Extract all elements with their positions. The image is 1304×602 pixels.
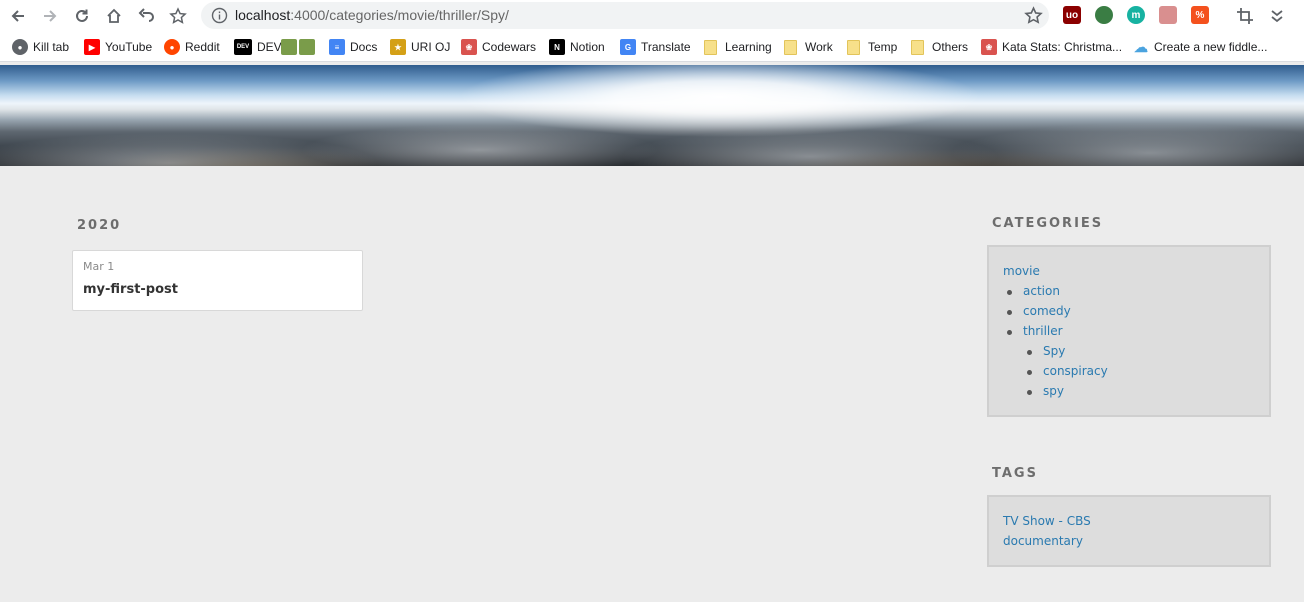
category-link-movie[interactable]: movie — [1003, 264, 1040, 278]
bookmark-label: DEV — [257, 40, 282, 54]
trophy-icon: ★ — [390, 39, 406, 55]
bookmark-label: Translate — [641, 40, 691, 54]
bookmark-translate[interactable]: G Translate — [620, 38, 691, 56]
star-icon — [169, 7, 187, 24]
category-link-spy-lower[interactable]: spy — [1043, 384, 1064, 398]
category-link-comedy[interactable]: comedy — [1023, 304, 1071, 318]
globe-extension-icon[interactable] — [1095, 6, 1113, 24]
bookmark-label: Kill tab — [33, 40, 70, 54]
tag-link-documentary[interactable]: documentary — [1003, 534, 1083, 548]
bookmark-label: URI OJ — [411, 40, 451, 54]
back-button[interactable] — [6, 4, 30, 28]
archive-year-heading: 2020 — [77, 218, 122, 233]
dev-decoration-icons — [281, 38, 320, 56]
category-link-action[interactable]: action — [1023, 284, 1060, 298]
info-icon[interactable] — [211, 7, 228, 24]
codewars-icon: ❀ — [981, 39, 997, 55]
image-icon — [299, 39, 315, 55]
bookmark-label: YouTube — [105, 40, 153, 54]
bookmark-docs[interactable]: ≡ Docs — [329, 38, 377, 56]
category-link-thriller[interactable]: thriller — [1023, 324, 1063, 338]
bookmark-codewars[interactable]: ❀ Codewars — [461, 38, 536, 56]
double-chevron-down-icon — [1271, 10, 1283, 23]
header-banner-image — [0, 65, 1304, 166]
categories-heading: CATEGORIES — [992, 216, 1104, 231]
post-date: Mar 1 — [83, 260, 115, 273]
list-bullet — [1027, 390, 1032, 395]
bookmark-learning[interactable]: Learning — [704, 38, 772, 56]
bookmark-youtube[interactable]: ▶ YouTube — [84, 38, 152, 56]
reload-extension-icon[interactable] — [1159, 6, 1177, 24]
bookmark-label: Work — [805, 40, 833, 54]
docs-icon: ≡ — [329, 39, 345, 55]
arrow-right-icon — [44, 10, 57, 22]
reddit-icon: ● — [164, 39, 180, 55]
screenshot-button[interactable] — [1233, 4, 1257, 28]
bookmark-create-a-new-fiddle[interactable]: ☁ Create a new fiddle... — [1133, 38, 1267, 56]
tag-link-tv-show-cbs[interactable]: TV Show - CBS — [1003, 514, 1091, 528]
list-bullet — [1007, 330, 1012, 335]
image-icon — [281, 39, 297, 55]
folder-icon — [784, 39, 797, 55]
bookmark-dev[interactable]: DEV DEV — [234, 38, 282, 56]
bookmark-temp[interactable]: Temp — [847, 38, 897, 56]
home-icon — [107, 8, 121, 23]
category-link-spy-upper[interactable]: Spy — [1043, 344, 1065, 358]
home-button[interactable] — [102, 4, 126, 28]
notion-icon: N — [549, 39, 565, 55]
arrow-left-icon — [11, 10, 24, 22]
percent-extension-icon[interactable]: % — [1191, 6, 1209, 24]
bookmark-kill-tab[interactable]: ● Kill tab — [12, 38, 69, 56]
post-card[interactable]: Mar 1 my-first-post — [72, 250, 363, 311]
globe-icon: ● — [12, 39, 28, 55]
list-bullet — [1007, 310, 1012, 315]
post-title-link[interactable]: my-first-post — [83, 282, 178, 297]
bookmark-label: Docs — [350, 40, 378, 54]
bookmark-uri-oj[interactable]: ★ URI OJ — [390, 38, 450, 56]
bookmark-label: Kata Stats: Christma... — [1002, 40, 1123, 54]
forward-button[interactable] — [38, 4, 62, 28]
categories-box: movie action comedy thriller Spy conspir… — [987, 245, 1271, 417]
codewars-icon: ❀ — [461, 39, 477, 55]
bookmark-notion[interactable]: N Notion — [549, 38, 605, 56]
bookmark-others[interactable]: Others — [911, 38, 968, 56]
extensions-overflow-button[interactable] — [1265, 4, 1289, 28]
bookmarks-bar: ● Kill tab ▶ YouTube ● Reddit DEV DEV ≡ Docs ★ URI … — [0, 31, 1304, 62]
bookmark-label: Reddit — [185, 40, 220, 54]
undo-icon — [138, 8, 154, 22]
dev-icon: DEV — [234, 39, 252, 55]
reload-button[interactable] — [70, 4, 94, 28]
bookmark-work[interactable]: Work — [784, 38, 833, 56]
bookmark-label: Create a new fiddle... — [1154, 40, 1268, 54]
tags-box: TV Show - CBS documentary — [987, 495, 1271, 567]
bookmark-label: Notion — [570, 40, 605, 54]
category-link-conspiracy[interactable]: conspiracy — [1043, 364, 1108, 378]
m-extension-icon[interactable]: m — [1127, 6, 1145, 24]
crop-icon — [1237, 8, 1253, 24]
reload-icon — [76, 9, 88, 22]
bookmark-kata-stats-christma[interactable]: ❀ Kata Stats: Christma... — [981, 38, 1122, 56]
list-bullet — [1007, 290, 1012, 295]
bookmark-reddit[interactable]: ● Reddit — [164, 38, 220, 56]
bookmark-label: Others — [932, 40, 969, 54]
address-bar[interactable]: localhost:4000/categories/movie/thriller… — [201, 2, 1049, 29]
folder-icon — [911, 39, 924, 55]
browser-toolbar: localhost:4000/categories/movie/thriller… — [0, 0, 1304, 31]
bookmark-page-star-icon[interactable] — [1024, 6, 1043, 25]
folder-icon — [704, 39, 717, 55]
bookmark-label: Temp — [868, 40, 898, 54]
bookmark-label: Codewars — [482, 40, 537, 54]
cloud-icon: ☁ — [1134, 38, 1148, 55]
ublock-icon[interactable]: uo — [1063, 6, 1081, 24]
translate-icon: G — [620, 39, 636, 55]
list-bullet — [1027, 350, 1032, 355]
url-text: localhost:4000/categories/movie/thriller… — [235, 7, 509, 23]
youtube-icon: ▶ — [84, 39, 100, 55]
bookmark-label: Learning — [725, 40, 772, 54]
undo-button[interactable] — [134, 4, 158, 28]
list-bullet — [1027, 370, 1032, 375]
tags-heading: TAGS — [992, 466, 1038, 481]
folder-icon — [847, 39, 860, 55]
bookmark-star-button[interactable] — [166, 4, 190, 28]
